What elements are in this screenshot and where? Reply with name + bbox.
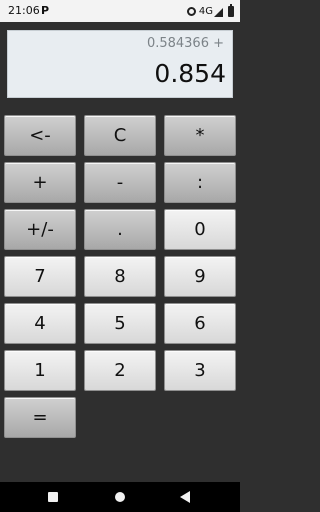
six-button[interactable]: 6 bbox=[164, 303, 236, 344]
status-bar: 21:06 P 4G bbox=[0, 0, 240, 22]
recent-apps-icon[interactable] bbox=[48, 492, 58, 502]
home-icon[interactable] bbox=[115, 492, 125, 502]
network-type-label: 4G bbox=[198, 5, 213, 17]
back-icon[interactable] bbox=[180, 491, 190, 503]
subtract-button[interactable]: - bbox=[84, 162, 156, 203]
three-button[interactable]: 3 bbox=[164, 350, 236, 391]
decimal-button[interactable]: . bbox=[84, 209, 156, 250]
divide-button[interactable]: : bbox=[164, 162, 236, 203]
two-button[interactable]: 2 bbox=[84, 350, 156, 391]
expression-line: 0.584366 + bbox=[146, 36, 224, 51]
negate-button[interactable]: +/- bbox=[4, 209, 76, 250]
equals-button[interactable]: = bbox=[4, 397, 76, 438]
five-button[interactable]: 5 bbox=[84, 303, 156, 344]
one-button[interactable]: 1 bbox=[4, 350, 76, 391]
nine-button[interactable]: 9 bbox=[164, 256, 236, 297]
result-line: 0.854 bbox=[154, 59, 226, 88]
navigation-bar bbox=[0, 482, 240, 512]
seven-button[interactable]: 7 bbox=[4, 256, 76, 297]
add-button[interactable]: + bbox=[4, 162, 76, 203]
calculator-display: 0.584366 + 0.854 bbox=[7, 30, 233, 98]
sync-icon bbox=[186, 6, 196, 16]
four-button[interactable]: 4 bbox=[4, 303, 76, 344]
signal-icon bbox=[214, 7, 223, 17]
battery-icon bbox=[228, 3, 234, 17]
p-indicator: P bbox=[41, 4, 50, 17]
status-time: 21:06 bbox=[8, 4, 40, 17]
clear-button[interactable]: C bbox=[84, 115, 156, 156]
multiply-button[interactable]: * bbox=[164, 115, 236, 156]
backspace-button[interactable]: <- bbox=[4, 115, 76, 156]
eight-button[interactable]: 8 bbox=[84, 256, 156, 297]
zero-button[interactable]: 0 bbox=[164, 209, 236, 250]
status-icons: 4G bbox=[186, 3, 234, 19]
